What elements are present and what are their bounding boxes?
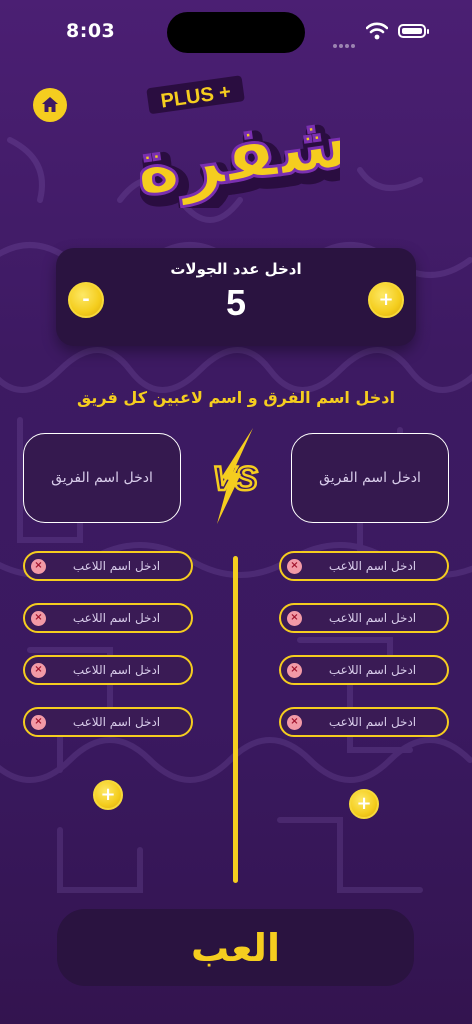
player-placeholder: ادخل اسم اللاعب (328, 715, 417, 729)
right-player-input-2[interactable]: × ادخل اسم اللاعب (279, 603, 449, 633)
rounds-value: 5 (225, 282, 247, 323)
left-player-input-3[interactable]: × ادخل اسم اللاعب (23, 655, 193, 685)
home-icon (42, 97, 58, 112)
right-player-input-3[interactable]: × ادخل اسم اللاعب (279, 655, 449, 685)
decrease-rounds-button[interactable]: - (68, 282, 104, 318)
add-right-player-button[interactable]: + (349, 789, 379, 819)
add-left-player-button[interactable]: + (93, 780, 123, 810)
left-player-input-1[interactable]: × ادخل اسم اللاعب (23, 551, 193, 581)
play-button[interactable]: العب (57, 909, 414, 986)
remove-player-icon[interactable]: × (31, 610, 46, 626)
minus-icon: - (82, 289, 90, 310)
player-placeholder: ادخل اسم اللاعب (328, 559, 417, 573)
plus-icon: + (356, 793, 372, 814)
left-team-name-input[interactable]: ادخل اسم الفريق (23, 433, 181, 523)
wifi-icon (366, 22, 388, 40)
remove-player-icon[interactable]: × (31, 662, 46, 678)
remove-player-icon[interactable]: × (31, 714, 46, 730)
home-button[interactable] (33, 88, 67, 122)
player-placeholder: ادخل اسم اللاعب (72, 715, 161, 729)
signal-icon (333, 33, 363, 48)
right-team-placeholder: ادخل اسم الفريق (319, 470, 421, 486)
teams-instruction: ادخل اسم الفرق و اسم لاعبين كل فريق (77, 388, 395, 407)
player-placeholder: ادخل اسم اللاعب (72, 559, 161, 573)
left-player-input-2[interactable]: × ادخل اسم اللاعب (23, 603, 193, 633)
remove-player-icon[interactable]: × (31, 558, 46, 574)
increase-rounds-button[interactable]: + (368, 282, 404, 318)
right-team-name-input[interactable]: ادخل اسم الفريق (291, 433, 449, 523)
plus-icon: + (378, 289, 394, 310)
left-player-input-4[interactable]: × ادخل اسم اللاعب (23, 707, 193, 737)
play-button-label: العب (191, 925, 280, 970)
player-placeholder: ادخل اسم اللاعب (72, 611, 161, 625)
dynamic-island (167, 12, 305, 53)
left-team-placeholder: ادخل اسم الفريق (51, 470, 153, 486)
teams-divider (233, 556, 238, 883)
player-placeholder: ادخل اسم اللاعب (328, 663, 417, 677)
rounds-label: ادخل عدد الجولات (170, 260, 302, 278)
battery-icon (398, 24, 429, 38)
player-placeholder: ادخل اسم اللاعب (328, 611, 417, 625)
app-logo: PLUS + شفرة شفرة (140, 75, 340, 208)
remove-player-icon[interactable]: × (287, 714, 302, 730)
vs-icon: VS (211, 428, 259, 524)
remove-player-icon[interactable]: × (287, 662, 302, 678)
vs-text: VS (212, 460, 258, 498)
remove-player-icon[interactable]: × (287, 558, 302, 574)
status-time: 8:03 (66, 20, 116, 42)
right-player-input-4[interactable]: × ادخل اسم اللاعب (279, 707, 449, 737)
player-placeholder: ادخل اسم اللاعب (72, 663, 161, 677)
plus-icon: + (100, 784, 116, 805)
right-player-input-1[interactable]: × ادخل اسم اللاعب (279, 551, 449, 581)
remove-player-icon[interactable]: × (287, 610, 302, 626)
rounds-card: ادخل عدد الجولات 5 - + (56, 248, 416, 346)
